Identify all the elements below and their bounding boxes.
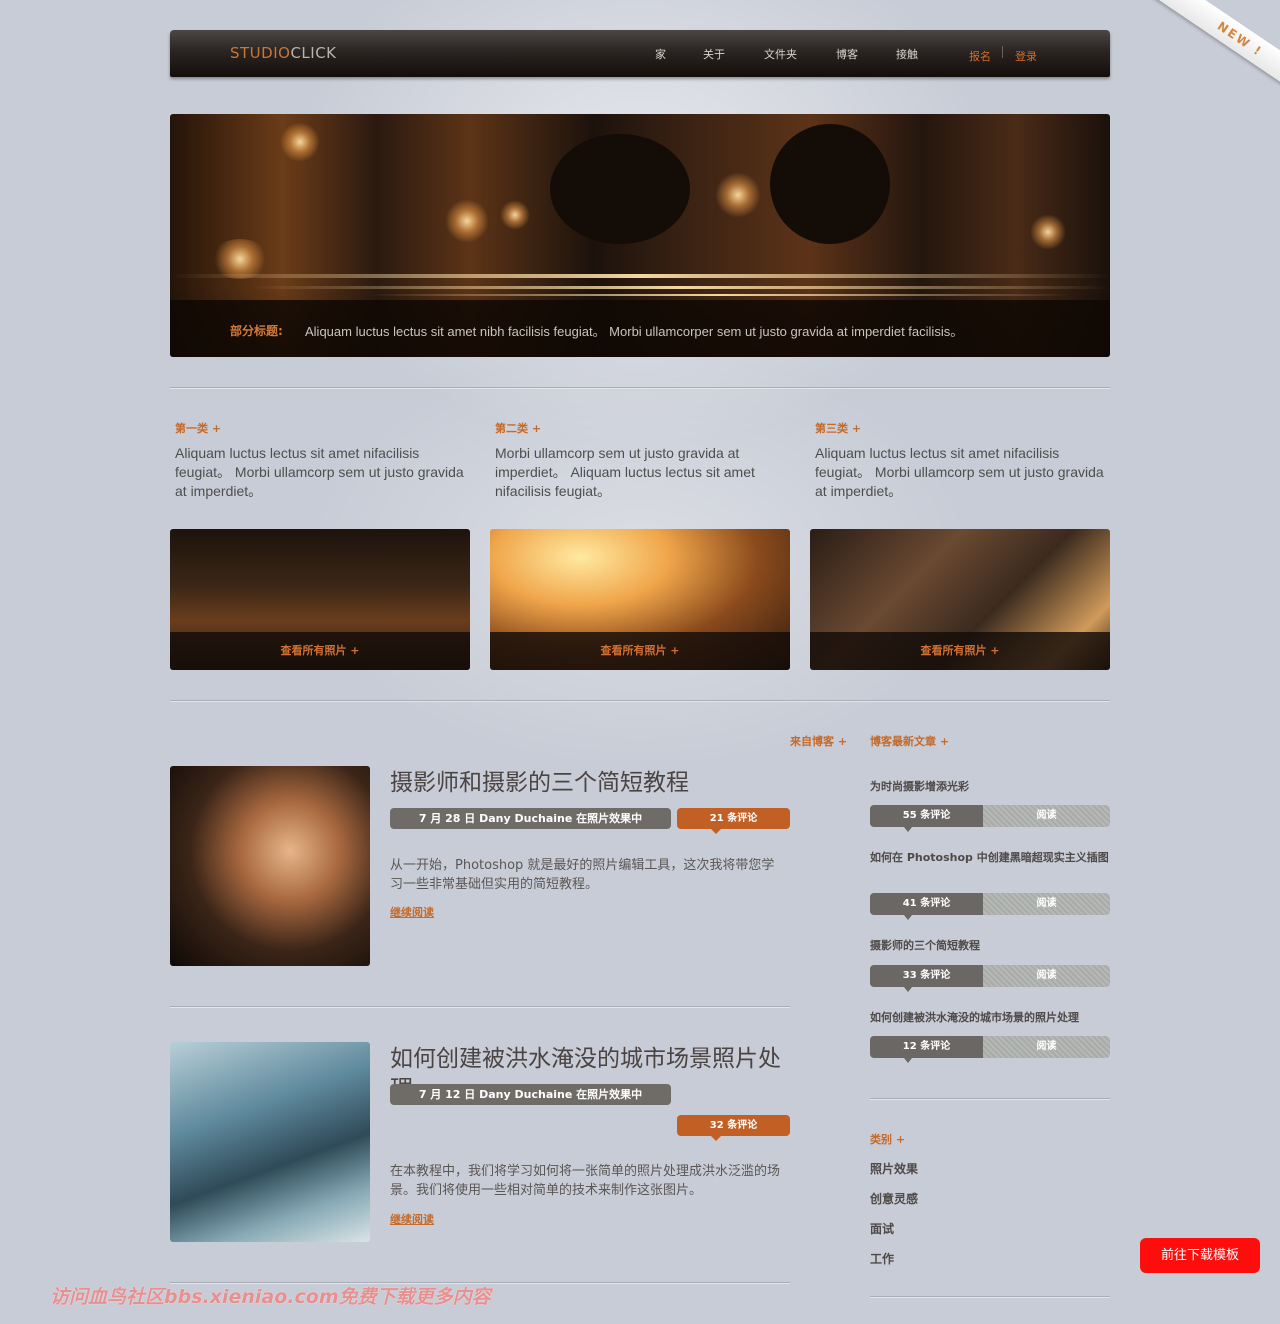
post-1-excerpt: 从一开始，Photoshop 就是最好的照片编辑工具，这次我将带您学习一些非常基…: [390, 858, 775, 892]
gallery-thumb-2[interactable]: 查看所有照片 +: [490, 529, 790, 670]
nav-login[interactable]: 登录: [1015, 48, 1037, 64]
download-template-button[interactable]: 前往下载模板: [1140, 1238, 1260, 1273]
latest-post-2-title[interactable]: 如何在 Photoshop 中创建黑暗超现实主义插图: [870, 850, 1110, 866]
nav-register[interactable]: 报名: [969, 48, 991, 64]
latest-post-2-comments[interactable]: 41 条评论: [870, 893, 983, 915]
hero-scene-light: [280, 122, 320, 162]
categories-title[interactable]: 类别 +: [870, 1131, 905, 1147]
hero-scene-tree: [770, 124, 890, 244]
feature-2-text: Morbi ullamcorp sem ut justo gravida at …: [495, 445, 755, 499]
latest-post-1-comments[interactable]: 55 条评论: [870, 805, 983, 827]
comment-tail-icon: [904, 915, 912, 920]
latest-post-3-bar: 33 条评论 阅读: [870, 965, 1110, 987]
latest-posts-title[interactable]: 博客最新文章 +: [870, 733, 949, 749]
divider: [170, 700, 1110, 702]
new-ribbon: NEW !: [1140, 0, 1280, 100]
logo-part-studio: STUDIO: [230, 44, 291, 62]
latest-post-3-title[interactable]: 摄影师的三个简短教程: [870, 938, 1110, 954]
latest-post-4-title[interactable]: 如何创建被洪水淹没的城市场景的照片处理: [870, 1010, 1110, 1026]
feature-1-title[interactable]: 第一类 +: [175, 420, 221, 436]
hero-scene-light: [715, 172, 761, 218]
from-blog-link[interactable]: 来自博客 +: [790, 733, 847, 749]
feature-1-text: Aliquam luctus lectus sit amet nifacilis…: [175, 445, 464, 499]
latest-post-4-bar: 12 条评论 阅读: [870, 1036, 1110, 1058]
nav-portfolio[interactable]: 文件夹: [764, 46, 797, 62]
category-link[interactable]: 面试: [870, 1220, 894, 1237]
post-1-comments-badge[interactable]: 21 条评论: [677, 808, 790, 834]
comment-tail-icon: [904, 827, 912, 832]
post-2-image[interactable]: [170, 1042, 370, 1242]
hero-scene-light-streak: [370, 294, 1070, 296]
post-1-read-more[interactable]: 继续阅读: [390, 904, 434, 920]
post-2-comments-badge[interactable]: 32 条评论: [677, 1115, 790, 1141]
hero-scene-light-streak: [250, 286, 1110, 289]
category-link[interactable]: 创意灵感: [870, 1190, 918, 1207]
hero-scene-tree: [550, 134, 690, 244]
view-all-photos-link[interactable]: 查看所有照片 +: [490, 642, 790, 658]
post-2-read-more[interactable]: 继续阅读: [390, 1211, 434, 1227]
latest-post-3-comments[interactable]: 33 条评论: [870, 965, 983, 987]
feature-3-title[interactable]: 第三类 +: [815, 420, 861, 436]
gallery-thumb-1[interactable]: 查看所有照片 +: [170, 529, 470, 670]
nav-divider: [1002, 46, 1003, 58]
site-logo[interactable]: STUDIOCLICK: [230, 44, 337, 62]
latest-post-2-read[interactable]: 阅读: [983, 893, 1110, 915]
feature-3-text: Aliquam luctus lectus sit amet nifacilis…: [815, 445, 1104, 499]
comment-tail-icon: [904, 1058, 912, 1063]
divider: [870, 1098, 1110, 1100]
latest-post-1-bar: 55 条评论 阅读: [870, 805, 1110, 827]
post-2-meta: 7 月 12 日 Dany Duchaine 在照片效果中: [390, 1084, 671, 1105]
view-all-photos-link[interactable]: 查看所有照片 +: [170, 642, 470, 658]
category-link[interactable]: 工作: [870, 1250, 894, 1267]
latest-post-4-comments[interactable]: 12 条评论: [870, 1036, 983, 1058]
latest-post-1-read[interactable]: 阅读: [983, 805, 1110, 827]
post-2-excerpt: 在本教程中，我们将学习如何将一张简单的照片处理成洪水泛滥的场景。我们将使用一些相…: [390, 1164, 781, 1198]
site-header: STUDIOCLICK 家 关于 文件夹 博客 接触 报名 登录: [170, 30, 1110, 77]
hero-slider[interactable]: 部分标题: Aliquam luctus lectus sit amet nib…: [170, 114, 1110, 357]
divider: [870, 1296, 1110, 1298]
hero-scene-light: [500, 200, 530, 230]
comment-tail-icon: [904, 987, 912, 992]
hero-caption-label: 部分标题:: [230, 324, 283, 338]
view-all-photos-link[interactable]: 查看所有照片 +: [810, 642, 1110, 658]
hero-scene-light-streak: [170, 274, 1110, 278]
post-1-image[interactable]: [170, 766, 370, 966]
latest-post-4-read[interactable]: 阅读: [983, 1036, 1110, 1058]
category-link[interactable]: 照片效果: [870, 1160, 918, 1177]
divider: [170, 1006, 790, 1008]
hero-scene-light: [445, 199, 489, 243]
gallery-thumb-3[interactable]: 查看所有照片 +: [810, 529, 1110, 670]
new-ribbon-label: NEW !: [1141, 0, 1280, 100]
latest-post-1-title[interactable]: 为时尚摄影增添光彩: [870, 779, 1110, 795]
nav-contact[interactable]: 接触: [896, 46, 918, 62]
watermark-text: 访问血鸟社区bbs.xieniao.com免费下载更多内容: [50, 1286, 491, 1308]
post-1-title[interactable]: 摄影师和摄影的三个简短教程: [390, 768, 790, 798]
hero-scene-light: [210, 239, 270, 279]
nav-blog[interactable]: 博客: [836, 46, 858, 62]
divider: [170, 387, 1110, 389]
latest-post-3-read[interactable]: 阅读: [983, 965, 1110, 987]
post-1-meta: 7 月 28 日 Dany Duchaine 在照片效果中: [390, 808, 671, 829]
hero-scene-light: [1030, 214, 1066, 250]
latest-post-2-bar: 41 条评论 阅读: [870, 893, 1110, 915]
nav-home[interactable]: 家: [655, 46, 666, 62]
hero-caption-text: Aliquam luctus lectus sit amet nibh faci…: [305, 324, 964, 339]
logo-part-click: CLICK: [290, 44, 337, 62]
nav-about[interactable]: 关于: [703, 46, 725, 62]
feature-2-title[interactable]: 第二类 +: [495, 420, 541, 436]
